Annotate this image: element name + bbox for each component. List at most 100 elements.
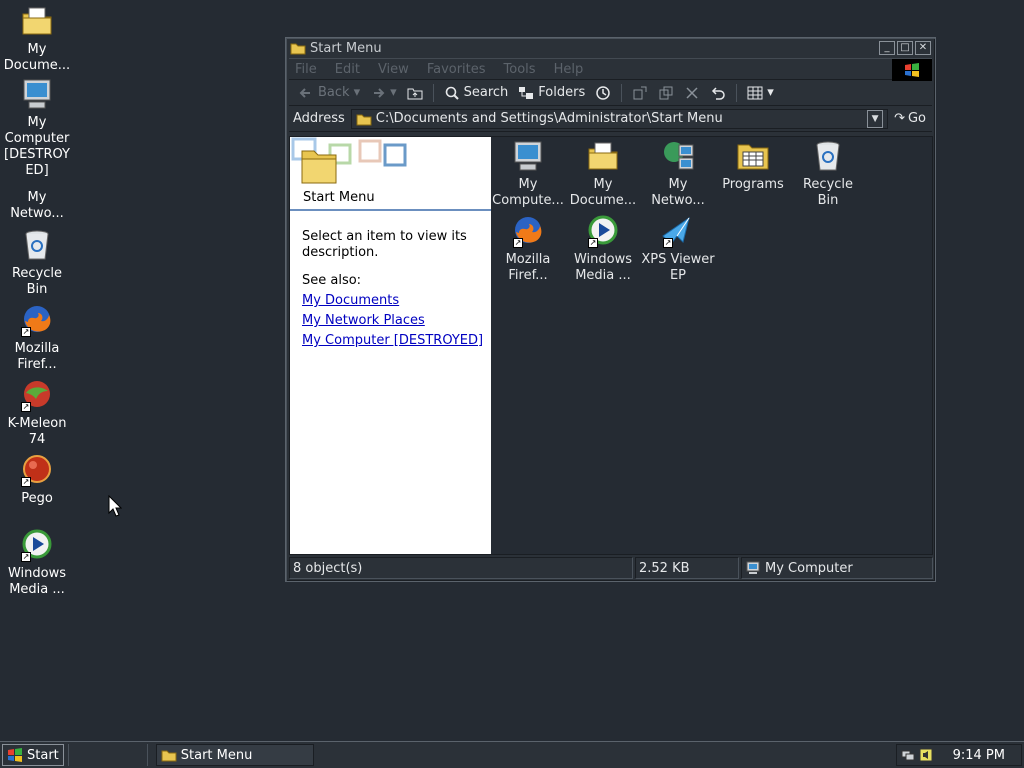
shortcut-arrow-icon: ↗ [21,552,31,562]
toolbar: Back ▾ ▾ Search Folders ▾ [289,80,932,106]
search-button[interactable]: Search [441,85,512,101]
desktop-icon-label: Windows Media ... [7,566,67,597]
copy-to-button[interactable] [655,85,677,101]
address-value: C:\Documents and Settings\Administrator\… [375,111,723,126]
move-to-button[interactable] [629,85,651,101]
desktop-icon-my-documents[interactable]: My Docume... [0,4,74,74]
windows-logo-icon [892,59,932,81]
quick-launch-area [67,744,148,766]
forward-arrow-icon [374,87,385,98]
menu-help[interactable]: Help [554,62,584,77]
file-item-xps-viewer[interactable]: ↗ XPS Viewer EP [641,214,715,284]
delete-icon [686,86,698,99]
menu-tools[interactable]: Tools [504,62,536,77]
recycle-bin-icon [19,228,55,262]
file-item-firefox[interactable]: ↗ Mozilla Firef... [491,214,565,284]
folders-button[interactable]: Folders [515,85,588,101]
my-computer-icon [19,77,55,111]
shortcut-arrow-icon: ↗ [21,477,31,487]
menu-view[interactable]: View [378,62,409,77]
chevron-down-icon: ▾ [767,85,774,100]
clock[interactable]: 9:14 PM [953,748,1005,763]
desktop-icon-my-network[interactable]: My Netwo... [0,190,74,222]
desktop-icon-k-meleon[interactable]: ↗ K-Meleon 74 [0,378,74,448]
file-label: Windows Media ... [573,252,633,283]
recycle-bin-icon [811,139,845,173]
delete-button[interactable] [681,85,703,101]
undo-icon [712,86,725,100]
file-item-my-documents[interactable]: My Docume... [566,139,640,209]
menu-file[interactable]: File [295,62,317,77]
status-bar: 8 object(s) 2.52 KB My Computer [289,557,933,579]
back-button[interactable]: Back ▾ [295,85,363,101]
mouse-cursor-icon [108,495,122,517]
address-dropdown-button[interactable]: ▼ [867,109,884,128]
desktop-icon-pego[interactable]: ↗ Pego [0,453,74,507]
up-folder-icon [407,88,423,99]
toolbar-separator [621,83,623,102]
my-computer-icon [746,561,760,574]
go-button[interactable]: ↷ Go [888,111,932,126]
file-item-my-computer[interactable]: My Compute... [491,139,565,209]
views-button[interactable]: ▾ [744,85,777,101]
volume-tray-icon[interactable] [919,748,933,762]
search-icon [445,86,459,100]
taskbar-item-start-menu[interactable]: Start Menu [155,744,314,766]
file-label: Recycle Bin [802,177,854,208]
desktop-icon-windows-media[interactable]: ↗ Windows Media ... [0,528,74,598]
menu-favorites[interactable]: Favorites [427,62,486,77]
back-arrow-icon [299,87,310,98]
k-meleon-icon: ↗ [19,378,55,412]
system-tray: 9:14 PM [896,744,1022,766]
shortcut-arrow-icon: ↗ [21,402,31,412]
my-computer-icon [511,139,545,173]
desktop-icon-label: Recycle Bin [11,266,63,297]
content-area: Start Menu Select an item to view its de… [289,136,933,555]
menu-bar: File Edit View Favorites Tools Help [289,58,932,81]
address-input[interactable]: C:\Documents and Settings\Administrator\… [350,108,889,129]
history-button[interactable] [592,85,614,101]
chevron-down-icon: ▾ [390,85,397,100]
firefox-icon: ↗ [19,303,55,337]
link-my-documents[interactable]: My Documents [302,293,479,309]
link-my-computer[interactable]: My Computer [DESTROYED] [302,333,483,349]
my-documents-icon [586,139,620,173]
file-label: Mozilla Firef... [505,252,551,283]
programs-folder-icon [736,139,770,173]
desktop-icon-label: My Netwo... [10,190,64,221]
desktop-icon-firefox[interactable]: ↗ Mozilla Firef... [0,303,74,373]
status-object-count: 8 object(s) [289,557,633,579]
title-bar[interactable]: Start Menu _ □ ✕ [286,38,935,58]
undo-button[interactable] [707,85,729,101]
up-folder-button[interactable] [404,85,426,101]
desktop-icon-label: Mozilla Firef... [14,341,60,372]
maximize-button[interactable]: □ [897,41,913,55]
explorer-window[interactable]: Start Menu _ □ ✕ File Edit View Favorite… [285,37,936,582]
views-icon [747,86,763,99]
folder-icon [356,114,372,125]
folder-banner: Start Menu [290,137,491,211]
windows-logo-icon [8,748,22,762]
windows-media-icon: ↗ [19,528,55,562]
web-view-pane: Start Menu Select an item to view its de… [290,137,491,554]
pane-description: Select an item to view its description. [302,229,467,260]
forward-button[interactable]: ▾ [367,85,400,101]
link-my-network-places[interactable]: My Network Places [302,313,479,329]
desktop-icon-label: Pego [21,491,53,506]
shortcut-arrow-icon: ↗ [588,238,598,248]
network-tray-icon[interactable] [901,748,915,762]
file-item-windows-media[interactable]: ↗ Windows Media ... [566,214,640,284]
desktop-icon-my-computer[interactable]: My Computer [DESTROY ED] [0,77,74,179]
close-button[interactable]: ✕ [915,41,931,55]
file-item-my-network[interactable]: My Netwo... [641,139,715,209]
address-bar: Address C:\Documents and Settings\Admini… [289,106,932,132]
file-item-recycle-bin[interactable]: Recycle Bin [791,139,865,209]
my-documents-icon [19,4,55,38]
file-item-programs[interactable]: Programs [716,139,790,193]
desktop-icon-label: K-Meleon 74 [7,416,67,447]
menu-edit[interactable]: Edit [335,62,360,77]
start-button[interactable]: Start [2,744,64,766]
toolbar-separator [736,83,738,102]
minimize-button[interactable]: _ [879,41,895,55]
desktop-icon-recycle-bin[interactable]: Recycle Bin [0,228,74,298]
